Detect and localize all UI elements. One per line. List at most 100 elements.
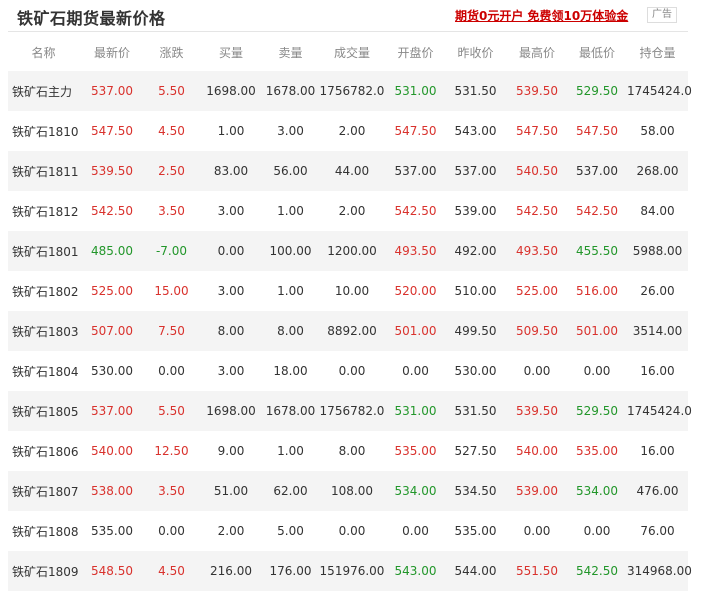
cell-name[interactable]: 铁矿石1811	[8, 151, 79, 191]
cell-ask-volume: 1.00	[277, 284, 304, 298]
cell-name[interactable]: 铁矿石1812	[8, 191, 79, 231]
cell-name[interactable]: 铁矿石1804	[8, 351, 79, 391]
cell-change: 3.50	[158, 484, 185, 498]
cell-high-price: 547.50	[516, 124, 558, 138]
cell-low-price: 516.00	[576, 284, 618, 298]
cell-ask-volume: 56.00	[273, 164, 308, 178]
table-row[interactable]: 铁矿石1812 542.50 3.50 3.00 1.00 2.00 542.50 539.0…	[8, 191, 688, 231]
table-row[interactable]: 铁矿石1801 485.00 -7.00 0.00 100.00 1200.00 493.5…	[8, 231, 688, 271]
cell-open-price: 535.00	[394, 444, 437, 458]
cell-name[interactable]: 铁矿石1806	[8, 431, 79, 471]
col-header-last: 最新价	[93, 45, 130, 60]
cell-high-price: 539.00	[516, 484, 558, 498]
cell-bid-volume: 3.00	[217, 204, 245, 218]
cell-open-interest: 476.00	[636, 484, 679, 498]
table-row[interactable]: 铁矿石1803 507.00 7.50 8.00 8.00 8892.00 501.00 49…	[8, 311, 688, 351]
col-header-ask-vol: 卖量	[278, 45, 303, 60]
cell-prev-close: 530.00	[454, 364, 497, 378]
cell-change: 12.50	[154, 444, 189, 458]
cell-open-price: 501.00	[394, 324, 437, 338]
header-divider	[8, 31, 688, 32]
cell-open-price: 531.00	[394, 404, 437, 418]
cell-high-price: 551.50	[516, 564, 558, 578]
table-row[interactable]: 铁矿石1811 539.50 2.50 83.00 56.00 44.00 537.00 53…	[8, 151, 688, 191]
cell-name[interactable]: 铁矿石1805	[8, 391, 79, 431]
cell-last-price: 542.50	[91, 204, 133, 218]
cell-name[interactable]: 铁矿石1803	[8, 311, 79, 351]
cell-last-price: 537.00	[91, 84, 133, 98]
cell-volume: 1756782.0	[319, 84, 385, 98]
cell-open-interest: 5988.00	[632, 244, 683, 258]
cell-name[interactable]: 铁矿石1810	[8, 111, 79, 151]
cell-open-price: 0.00	[402, 524, 429, 538]
cell-low-price: 547.50	[576, 124, 618, 138]
promo-link[interactable]: 期货0元开户 免费领10万体验金	[455, 7, 628, 24]
cell-prev-close: 539.00	[454, 204, 497, 218]
cell-change: 5.50	[158, 404, 185, 418]
cell-bid-volume: 3.00	[217, 364, 245, 378]
table-row[interactable]: 铁矿石1804 530.00 0.00 3.00 18.00 0.00 0.00 530.00…	[8, 351, 688, 391]
cell-name[interactable]: 铁矿石主力	[8, 71, 79, 111]
col-header-change: 涨跌	[159, 45, 184, 60]
cell-volume: 0.00	[338, 364, 366, 378]
cell-open-price: 534.00	[394, 484, 437, 498]
cell-volume: 2.00	[338, 204, 366, 218]
cell-ask-volume: 3.00	[277, 124, 304, 138]
cell-ask-volume: 8.00	[277, 324, 304, 338]
cell-low-price: 535.00	[576, 444, 618, 458]
cell-open-price: 542.50	[394, 204, 437, 218]
table-row[interactable]: 铁矿石1802 525.00 15.00 3.00 1.00 10.00 520.00 510…	[8, 271, 688, 311]
table-row[interactable]: 铁矿石主力 537.00 5.50 1698.00 1678.00 1756782.0 53…	[8, 71, 692, 111]
col-header-prev-close: 昨收价	[457, 45, 494, 60]
cell-name[interactable]: 铁矿石1801	[8, 231, 79, 271]
cell-open-price: 493.50	[394, 244, 437, 258]
cell-high-price: 542.50	[516, 204, 558, 218]
cell-open-price: 531.00	[394, 84, 437, 98]
cell-prev-close: 534.50	[454, 484, 497, 498]
cell-volume: 1756782.0	[319, 404, 385, 418]
cell-open-price: 537.00	[394, 164, 437, 178]
ad-badge: 广告	[647, 7, 677, 23]
table-row[interactable]: 铁矿石1805 537.00 5.50 1698.00 1678.00 1756782.0…	[8, 391, 692, 431]
cell-open-interest: 1745424.0	[627, 84, 692, 98]
cell-last-price: 548.50	[91, 564, 133, 578]
cell-high-price: 539.50	[516, 404, 558, 418]
table-row[interactable]: 铁矿石1807 538.00 3.50 51.00 62.00 108.00 534.00 5…	[8, 471, 688, 511]
cell-bid-volume: 83.00	[213, 164, 249, 178]
cell-prev-close: 527.50	[454, 444, 497, 458]
cell-open-interest: 84.00	[640, 204, 675, 218]
cell-bid-volume: 8.00	[217, 324, 245, 338]
cell-name[interactable]: 铁矿石1802	[8, 271, 79, 311]
cell-volume: 10.00	[334, 284, 370, 298]
cell-bid-volume: 9.00	[217, 444, 245, 458]
cell-change: 7.50	[158, 324, 185, 338]
table-row[interactable]: 铁矿石1809 548.50 4.50 216.00 176.00 151976.00 54…	[8, 551, 692, 591]
col-header-open: 开盘价	[397, 45, 434, 60]
cell-low-price: 501.00	[576, 324, 618, 338]
col-header-name: 名称	[31, 45, 56, 60]
col-header-bid-vol: 买量	[218, 45, 243, 60]
cell-volume: 8892.00	[327, 324, 377, 338]
cell-open-price: 520.00	[394, 284, 437, 298]
table-row[interactable]: 铁矿石1810 547.50 4.50 1.00 3.00 2.00 547.50 543.0…	[8, 111, 688, 151]
cell-prev-close: 492.00	[454, 244, 497, 258]
table-row[interactable]: 铁矿石1808 535.00 0.00 2.00 5.00 0.00 0.00 535.00 0…	[8, 511, 688, 551]
price-table: 名称 最新价 涨跌 买量 卖量 成交量 开盘价 昨收价 最高价 最低价 持仓量 …	[8, 33, 692, 591]
cell-prev-close: 543.00	[454, 124, 497, 138]
cell-name[interactable]: 铁矿石1807	[8, 471, 79, 511]
cell-open-interest: 16.00	[640, 364, 675, 378]
cell-bid-volume: 3.00	[217, 284, 245, 298]
cell-name[interactable]: 铁矿石1808	[8, 511, 79, 551]
col-header-low: 最低价	[578, 45, 615, 60]
cell-low-price: 534.00	[576, 484, 618, 498]
cell-bid-volume: 1698.00	[206, 84, 256, 98]
cell-low-price: 529.50	[576, 84, 618, 98]
cell-volume: 0.00	[338, 524, 366, 538]
cell-name[interactable]: 铁矿石1809	[8, 551, 79, 591]
cell-last-price: 525.00	[91, 284, 133, 298]
cell-prev-close: 499.50	[454, 324, 497, 338]
cell-high-price: 539.50	[516, 84, 558, 98]
table-row[interactable]: 铁矿石1806 540.00 12.50 9.00 1.00 8.00 535.00 527.…	[8, 431, 688, 471]
cell-volume: 2.00	[338, 124, 366, 138]
cell-last-price: 547.50	[91, 124, 133, 138]
